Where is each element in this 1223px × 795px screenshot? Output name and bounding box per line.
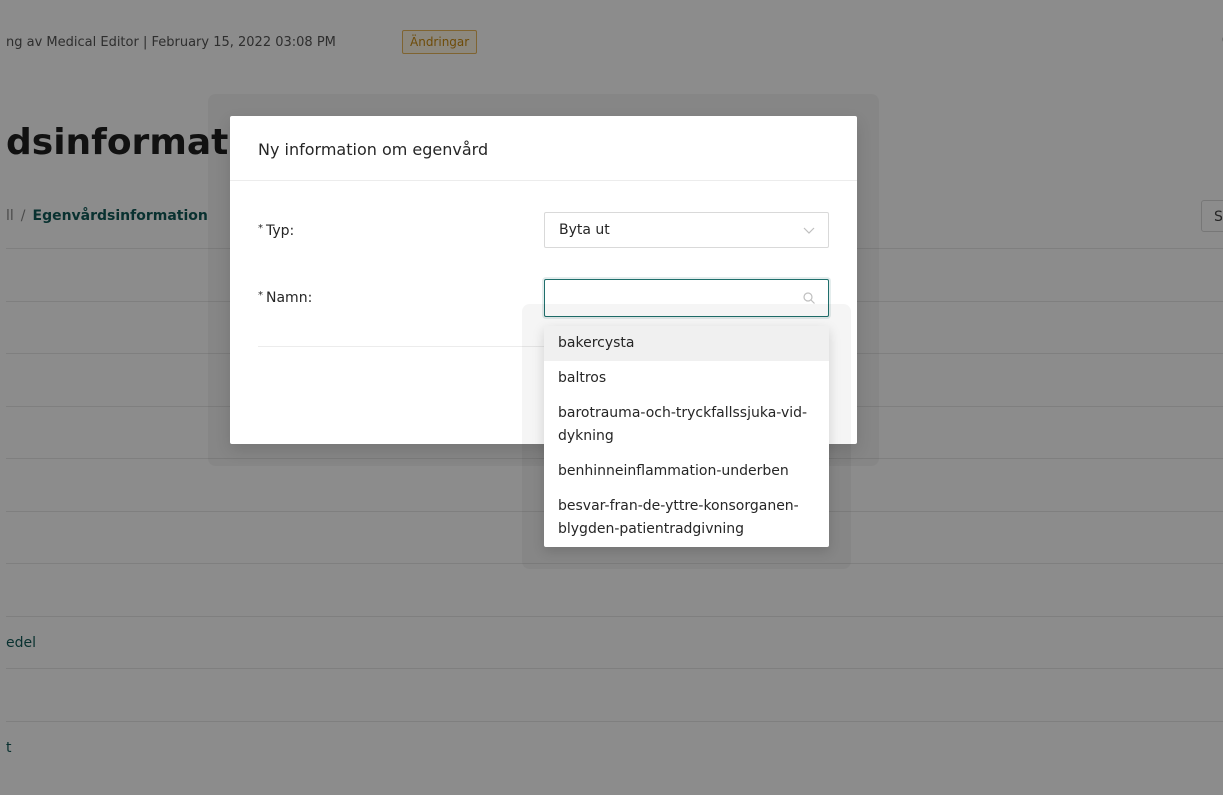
search-icon <box>803 292 815 304</box>
namn-search-field[interactable] <box>544 279 829 317</box>
dropdown-option[interactable]: baltros <box>544 361 829 396</box>
dropdown-option[interactable]: benhinneinflammation-underben <box>544 454 829 489</box>
modal-header: Ny information om egenvård <box>230 116 857 181</box>
required-marker: * <box>258 290 263 301</box>
dropdown-option[interactable]: barotrauma-och-tryckfallssjuka-vid-dykni… <box>544 396 829 454</box>
required-marker: * <box>258 223 263 234</box>
namn-search-input[interactable] <box>553 287 787 311</box>
namn-options-dropdown: bakercysta baltros barotrauma-och-tryckf… <box>544 326 829 547</box>
chevron-down-icon <box>803 227 815 234</box>
modal-title: Ny information om egenvård <box>258 140 489 159</box>
dropdown-option[interactable]: besvar-fran-de-yttre-konsorganen-blygden… <box>544 489 829 547</box>
typ-select[interactable]: Byta ut <box>544 212 829 248</box>
typ-label: * Typ: <box>258 223 295 239</box>
typ-select-value: Byta ut <box>559 222 610 238</box>
dropdown-option[interactable]: bakercysta <box>544 326 829 361</box>
namn-label: * Namn: <box>258 290 313 306</box>
